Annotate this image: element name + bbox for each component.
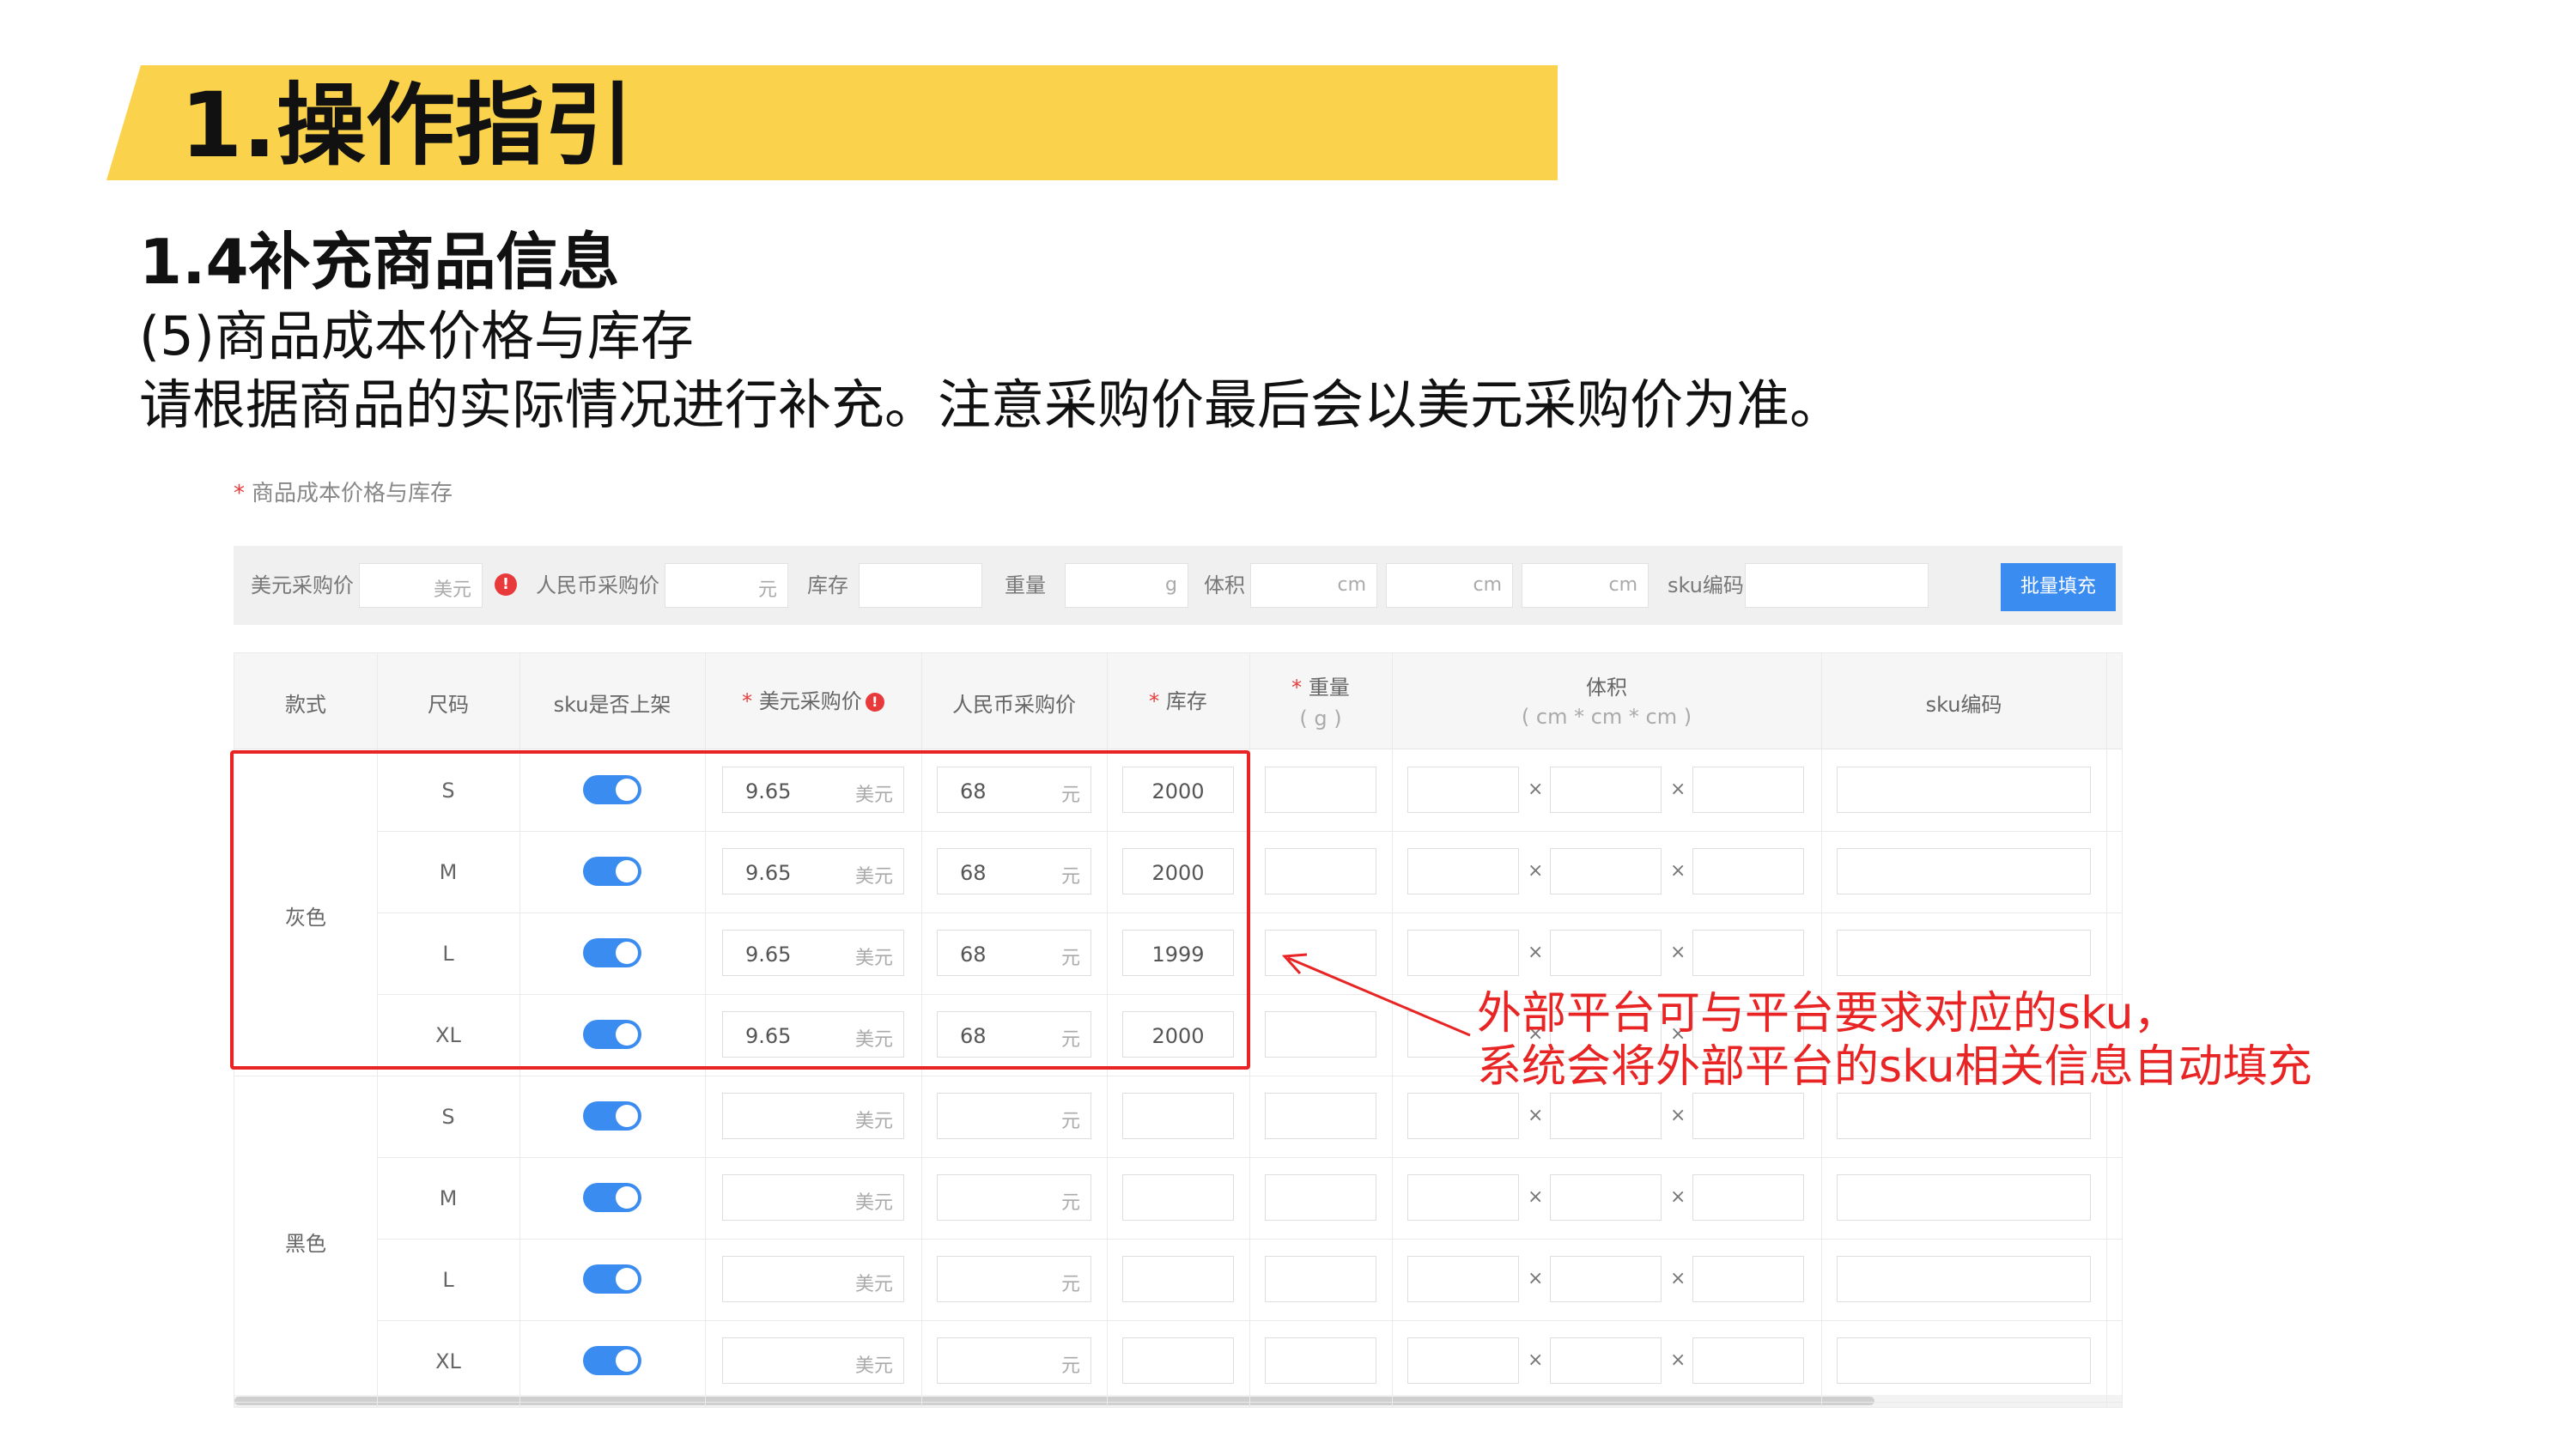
annotation-arrow <box>1281 953 1471 1037</box>
annotation-line-1: 外部平台可与平台要求对应的sku， <box>1477 988 2178 1040</box>
annotation-line-2: 系统会将外部平台的sku相关信息自动填充 <box>1477 1041 2312 1093</box>
